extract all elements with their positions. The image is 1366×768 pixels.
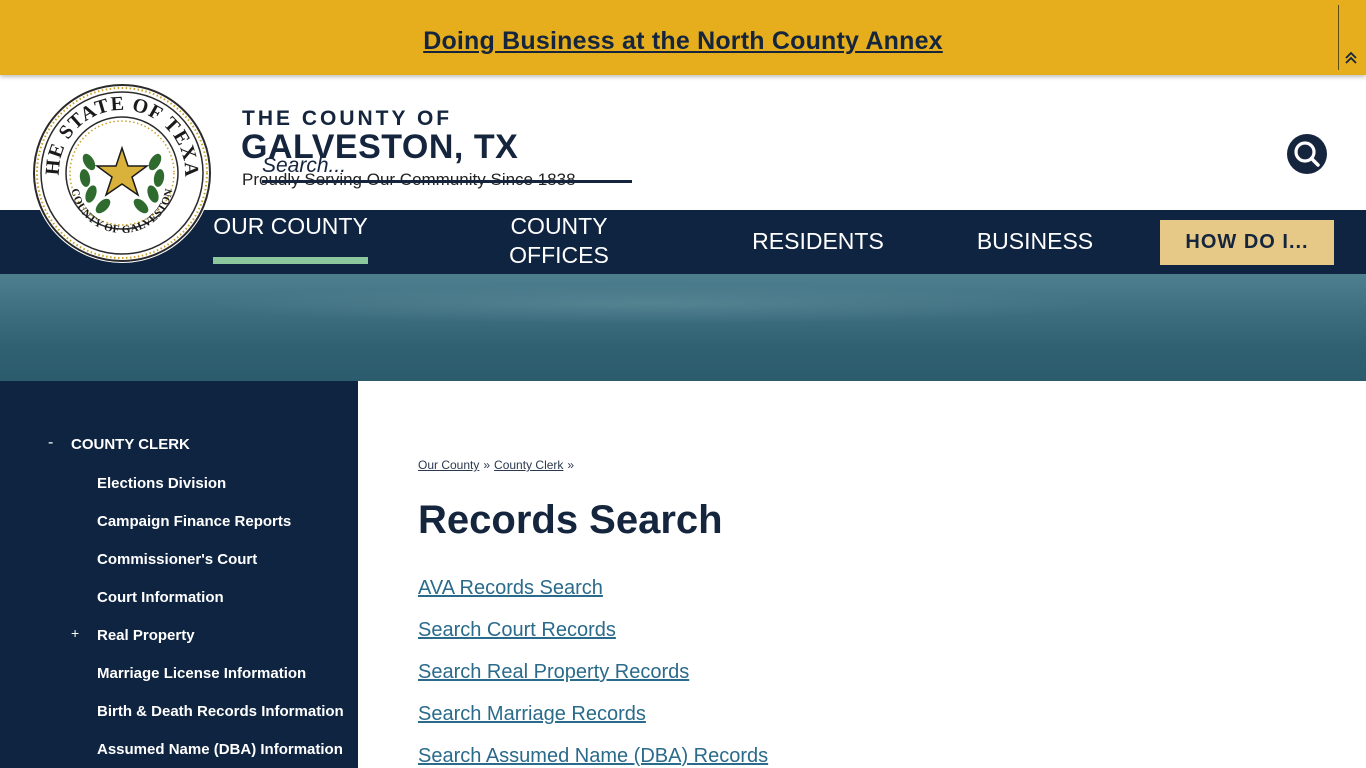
alert-divider	[1338, 5, 1339, 70]
page-title: Records Search	[418, 498, 723, 542]
search-button[interactable]	[1287, 134, 1327, 174]
link-search-real-property-records[interactable]: Search Real Property Records	[418, 661, 689, 684]
search-input[interactable]	[262, 152, 632, 183]
sidebar-item-court-information[interactable]: Court Information	[97, 589, 224, 606]
county-seal-logo[interactable]: THE STATE OF TEXAS COUNTY OF GALVESTON	[31, 82, 213, 264]
breadcrumb-county-clerk[interactable]: County Clerk	[494, 458, 563, 472]
breadcrumb-separator: »	[567, 458, 575, 472]
nav-county-offices[interactable]: COUNTY OFFICES	[470, 212, 648, 270]
sidebar-item-assumed-name[interactable]: Assumed Name (DBA) Information	[97, 741, 343, 758]
link-search-assumed-name-records[interactable]: Search Assumed Name (DBA) Records	[418, 745, 768, 768]
nav-residents[interactable]: RESIDENTS	[730, 227, 906, 256]
nav-active-indicator	[213, 257, 368, 264]
sidebar-item-campaign-finance[interactable]: Campaign Finance Reports	[97, 513, 291, 530]
sidebar-item-birth-death-records[interactable]: Birth & Death Records Information	[97, 703, 344, 720]
alert-banner: Doing Business at the North County Annex	[0, 0, 1366, 75]
double-chevron-up-icon[interactable]	[1343, 50, 1359, 66]
search-icon	[1294, 141, 1320, 167]
breadcrumb-our-county[interactable]: Our County	[418, 458, 479, 472]
sidebar-item-real-property[interactable]: Real Property	[97, 627, 195, 644]
hero-banner-image	[0, 274, 1366, 381]
breadcrumb-separator: »	[483, 458, 491, 472]
sidebar-item-marriage-license[interactable]: Marriage License Information	[97, 665, 306, 682]
nav-business[interactable]: BUSINESS	[955, 227, 1115, 256]
sidebar-item-elections-division[interactable]: Elections Division	[97, 475, 226, 492]
breadcrumb: Our County» County Clerk»	[418, 458, 578, 472]
link-search-marriage-records[interactable]: Search Marriage Records	[418, 703, 646, 726]
real-property-expand-toggle[interactable]: +	[71, 625, 79, 641]
alert-link[interactable]: Doing Business at the North County Annex	[0, 27, 1366, 56]
link-search-court-records[interactable]: Search Court Records	[418, 619, 616, 642]
sidebar-section-county-clerk[interactable]: COUNTY CLERK	[71, 436, 190, 453]
how-do-i-button[interactable]: HOW DO I...	[1160, 220, 1334, 265]
link-ava-records-search[interactable]: AVA Records Search	[418, 577, 603, 600]
sidebar-item-commissioners-court[interactable]: Commissioner's Court	[97, 551, 257, 568]
section-collapse-toggle[interactable]: -	[48, 434, 53, 452]
sidebar-nav: - COUNTY CLERK Elections Division Campai…	[0, 381, 358, 768]
hero-cloud	[200, 284, 1100, 324]
